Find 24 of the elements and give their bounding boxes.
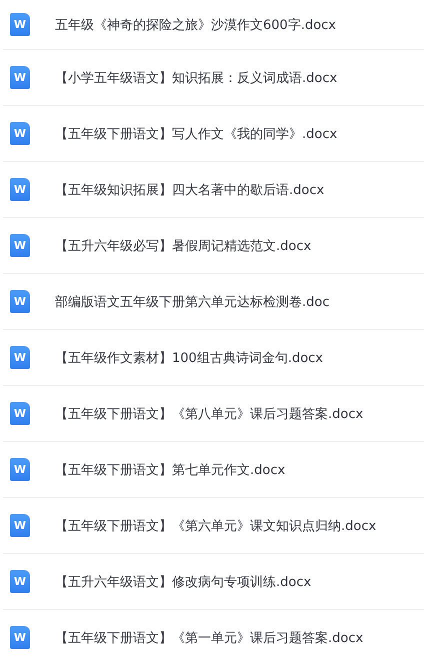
document-icon: W [10, 66, 30, 89]
file-name[interactable]: 【五升六年级语文】修改病句专项训练.docx [55, 572, 312, 590]
document-icon: W [10, 122, 30, 145]
document-icon: W [10, 458, 30, 481]
file-name[interactable]: 【五年级知识拓展】四大名著中的歇后语.docx [55, 180, 324, 198]
file-name[interactable]: 【小学五年级语文】知识拓展：反义词成语.docx [55, 68, 338, 86]
file-name[interactable]: 部编版语文五年级下册第六单元达标检测卷.doc [55, 292, 330, 310]
file-name[interactable]: 【五升六年级必写】暑假周记精选范文.docx [55, 236, 312, 254]
file-name[interactable]: 【五年级下册语文】《第六单元》课文知识点归纳.docx [55, 516, 376, 534]
document-icon: W [10, 290, 30, 313]
file-name[interactable]: 五年级《神奇的探险之旅》沙漠作文600字.docx [55, 16, 336, 34]
document-icon: W [10, 178, 30, 201]
file-name[interactable]: 【五年级下册语文】《第一单元》课后习题答案.docx [55, 628, 364, 646]
file-name[interactable]: 【五年级作文素材】100组古典诗词金句.docx [55, 348, 323, 366]
document-icon: W [10, 234, 30, 257]
document-icon: W [10, 514, 30, 537]
file-name[interactable]: 【五年级下册语文】第七单元作文.docx [55, 460, 286, 478]
document-icon: W [10, 346, 30, 369]
file-name[interactable]: 【五年级下册语文】《第八单元》课后习题答案.docx [55, 404, 364, 422]
document-icon: W [10, 626, 30, 649]
file-name[interactable]: 【五年级下册语文】写人作文《我的同学》.docx [55, 124, 338, 142]
document-icon: W [10, 570, 30, 593]
document-icon: W [10, 13, 30, 36]
document-icon: W [10, 402, 30, 425]
